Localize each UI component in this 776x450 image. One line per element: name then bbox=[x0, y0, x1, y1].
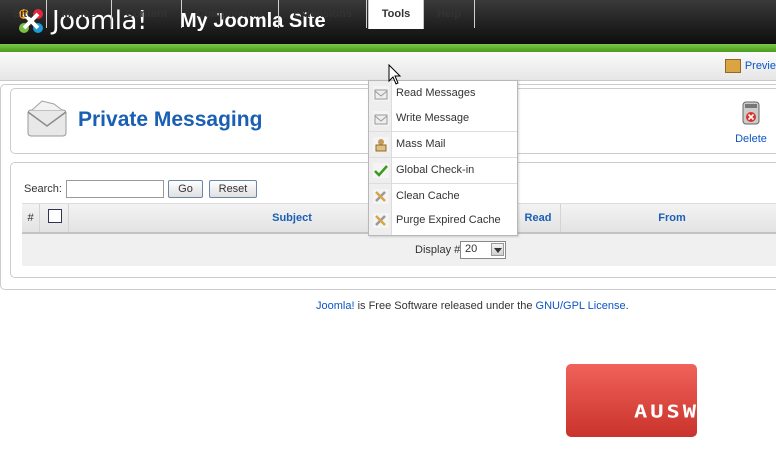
menu-site[interactable]: Site bbox=[0, 0, 47, 28]
ausweb-watermark-text: AUSWEB bbox=[634, 402, 732, 423]
column-from[interactable]: From bbox=[561, 204, 776, 232]
column-number: # bbox=[22, 204, 40, 232]
trash-delete-icon bbox=[742, 101, 760, 125]
footer-middle-text: is Free Software released under the bbox=[354, 300, 536, 312]
menu-help[interactable]: Help bbox=[424, 0, 475, 28]
display-count-value: 20 bbox=[465, 243, 478, 255]
chevron-down-icon bbox=[491, 243, 504, 256]
footer-text: Joomla! is Free Software released under … bbox=[316, 300, 629, 312]
select-all-checkbox[interactable] bbox=[48, 209, 62, 223]
tools-dropdown-menu: Read Messages Write Message Mass Mail Gl… bbox=[368, 80, 518, 236]
preview-icon bbox=[724, 59, 741, 73]
menu-item-label: Clean Cache bbox=[396, 190, 460, 202]
footer-end-text: . bbox=[625, 300, 629, 312]
menu-item-label: Write Message bbox=[396, 112, 470, 124]
delete-button[interactable]: Delete bbox=[732, 100, 770, 145]
delete-label: Delete bbox=[735, 133, 767, 145]
menu-components[interactable]: Components bbox=[182, 0, 279, 28]
envelope-icon bbox=[27, 100, 67, 137]
go-button[interactable]: Go bbox=[168, 180, 203, 198]
menu-item-label: Global Check-in bbox=[396, 164, 475, 176]
menu-item-label: Purge Expired Cache bbox=[396, 214, 501, 226]
mass-mail-icon bbox=[373, 137, 389, 152]
menu-extensions[interactable]: Extensions bbox=[279, 0, 367, 28]
page-title: Private Messaging bbox=[78, 108, 263, 131]
joomla-link[interactable]: Joomla! bbox=[316, 300, 355, 312]
preview-label: Previe bbox=[744, 60, 776, 72]
menu-item-global-checkin[interactable]: Global Check-in bbox=[369, 157, 517, 183]
ausweb-watermark bbox=[566, 364, 697, 437]
preview-link[interactable]: Previe bbox=[724, 52, 776, 80]
table-footer bbox=[22, 234, 776, 266]
menu-item-label: Mass Mail bbox=[396, 138, 446, 150]
display-count-select[interactable]: 20 bbox=[460, 241, 506, 259]
tools-icon bbox=[373, 189, 389, 204]
menu-item-write-message[interactable]: Write Message bbox=[369, 106, 517, 131]
header-accent-strip bbox=[0, 44, 776, 52]
envelope-icon bbox=[373, 86, 389, 101]
search-input[interactable] bbox=[66, 180, 164, 198]
menu-content[interactable]: Content bbox=[112, 0, 182, 28]
display-count-label: Display # bbox=[415, 244, 461, 256]
menu-item-mass-mail[interactable]: Mass Mail bbox=[369, 131, 517, 157]
menu-item-clean-cache[interactable]: Clean Cache bbox=[369, 183, 517, 209]
search-label: Search: bbox=[24, 183, 62, 195]
menu-item-purge-expired-cache[interactable]: Purge Expired Cache bbox=[369, 208, 517, 233]
checkmark-icon bbox=[373, 163, 389, 178]
mouse-cursor-icon bbox=[388, 64, 402, 85]
tools-icon bbox=[373, 213, 389, 228]
envelope-write-icon bbox=[373, 111, 389, 126]
reset-button[interactable]: Reset bbox=[209, 180, 257, 198]
menu-tools[interactable]: Tools bbox=[368, 0, 424, 29]
license-link[interactable]: GNU/GPL License bbox=[536, 300, 626, 312]
menu-menus[interactable]: Menus bbox=[47, 0, 112, 28]
menu-item-label: Read Messages bbox=[396, 87, 476, 99]
column-read[interactable]: Read bbox=[516, 204, 561, 232]
